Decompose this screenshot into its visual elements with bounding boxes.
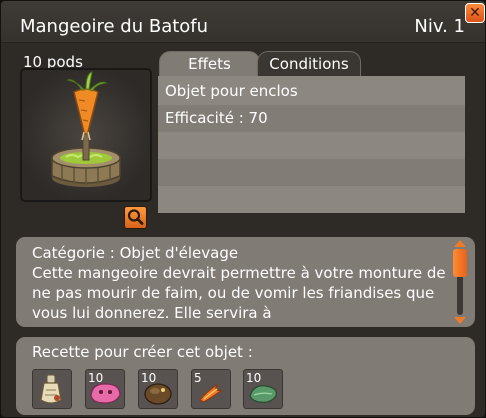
- effect-row: Efficacité : 70: [158, 105, 465, 132]
- effect-row: [158, 132, 465, 159]
- item-window: Mangeoire du Batofu Niv. 1 ✕ 10 pods Eff…: [0, 0, 486, 418]
- title-bar[interactable]: Mangeoire du Batofu Niv. 1 ✕: [1, 1, 485, 43]
- recipe-ingredient-slot[interactable]: 10: [138, 369, 178, 409]
- effects-list: Objet pour enclos Efficacité : 70: [158, 76, 465, 213]
- window-title: Mangeoire du Batofu: [20, 16, 209, 37]
- effect-row: [158, 159, 465, 186]
- scroll-thumb[interactable]: [453, 249, 467, 277]
- ingredient-quantity: 10: [141, 371, 157, 385]
- recipe-ingredient-slot[interactable]: 5: [191, 369, 231, 409]
- effect-row: Objet pour enclos: [158, 78, 465, 105]
- tab-conditions[interactable]: Conditions: [257, 51, 361, 77]
- ingredient-quantity: 5: [194, 371, 202, 385]
- recipe-label: Recette pour créer cet objet :: [32, 343, 253, 361]
- item-level: Niv. 1: [414, 16, 465, 37]
- close-button[interactable]: ✕: [465, 3, 485, 23]
- description-scrollbar[interactable]: [452, 239, 468, 325]
- description-panel: Catégorie : Objet d'élevage Cette mangeo…: [16, 237, 475, 327]
- recipe-ingredient-slot[interactable]: 10: [85, 369, 125, 409]
- recipe-ingredient-slot[interactable]: [32, 369, 72, 409]
- ingredient-quantity: 10: [246, 371, 262, 385]
- effect-row: [158, 186, 465, 213]
- item-image-frame: [20, 68, 152, 202]
- item-description: Catégorie : Objet d'élevage Cette mangeo…: [32, 244, 446, 322]
- batofu-feeder-carrot-icon: [51, 71, 121, 187]
- recipe-panel: Recette pour créer cet objet : 10 10 5 1…: [16, 337, 475, 415]
- scroll-bottle-icon: [40, 374, 62, 404]
- inspect-button[interactable]: [124, 206, 147, 229]
- ingredient-quantity: 10: [88, 371, 104, 385]
- tab-effets[interactable]: Effets: [159, 51, 260, 77]
- recipe-ingredient-slot[interactable]: 10: [243, 369, 283, 409]
- magnifier-icon: [127, 209, 144, 225]
- close-icon: ✕: [469, 5, 481, 21]
